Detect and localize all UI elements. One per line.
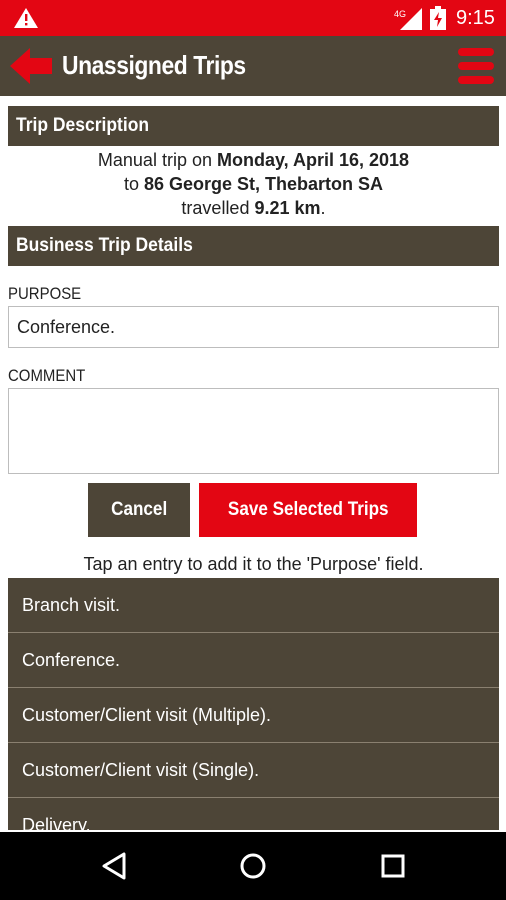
screen: 4G 9:15 Unassigned Trips Trip Descriptio… [0, 0, 506, 900]
trip-date: Monday, April 16, 2018 [217, 150, 410, 170]
signal-icon: 4G [394, 8, 422, 30]
status-bar: 4G 9:15 [0, 0, 506, 36]
back-triangle-icon[interactable] [94, 846, 134, 886]
save-selected-trips-button[interactable]: Save Selected Trips [199, 483, 417, 537]
home-circle-icon[interactable] [233, 846, 273, 886]
period-text: . [320, 198, 326, 218]
purpose-label: PURPOSE [8, 284, 82, 303]
network-type: 4G [394, 9, 406, 19]
comment-input[interactable] [8, 388, 499, 474]
page-title: Unassigned Trips [62, 50, 246, 80]
hamburger-menu-icon[interactable] [456, 46, 496, 86]
list-item[interactable]: Branch visit. [8, 578, 499, 633]
travelled-text: travelled [181, 198, 250, 218]
purpose-options-list: Branch visit. Conference. Customer/Clien… [8, 578, 499, 830]
trip-type-text: Manual trip on [97, 150, 212, 170]
trip-description-header: Trip Description [8, 106, 499, 146]
comment-label: COMMENT [8, 366, 86, 385]
navigation-bar [0, 832, 506, 900]
warning-icon [14, 8, 38, 28]
recents-square-icon[interactable] [373, 846, 413, 886]
list-item[interactable]: Conference. [8, 633, 499, 688]
app-bar: Unassigned Trips [0, 36, 506, 96]
trip-description-text: Manual trip on Monday, April 16, 2018 to… [8, 148, 499, 220]
back-arrow-icon[interactable] [10, 46, 54, 86]
trip-address: 86 George St, Thebarton SA [143, 174, 384, 194]
purpose-hint: Tap an entry to add it to the 'Purpose' … [83, 554, 424, 574]
list-item[interactable]: Customer/Client visit (Multiple). [8, 688, 499, 743]
to-text: to [123, 174, 139, 194]
main-content: Trip Description Manual trip on Monday, … [8, 96, 499, 830]
business-trip-header: Business Trip Details [8, 226, 499, 266]
cancel-button[interactable]: Cancel [88, 483, 190, 537]
battery-charging-icon [430, 6, 446, 30]
purpose-input[interactable]: Conference. [8, 306, 499, 348]
list-item[interactable]: Delivery. [8, 798, 499, 830]
trip-distance: 9.21 km [254, 198, 321, 218]
list-item[interactable]: Customer/Client visit (Single). [8, 743, 499, 798]
status-time: 9:15 [456, 7, 495, 29]
